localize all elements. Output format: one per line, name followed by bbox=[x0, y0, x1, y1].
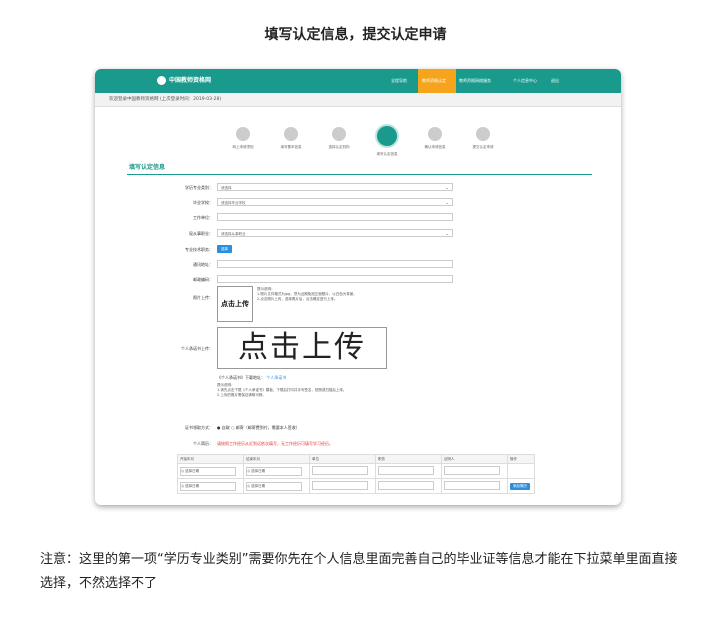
resume-download-link[interactable]: 个人承诺书 bbox=[266, 375, 286, 380]
work-unit-label: 工作单位： bbox=[193, 215, 213, 220]
position-input[interactable] bbox=[377, 481, 434, 490]
nav-personal[interactable]: 个人信息中心 bbox=[513, 69, 537, 93]
col-start: 开始年月 bbox=[177, 454, 244, 464]
step-label: 填写认定信息 bbox=[376, 152, 398, 156]
logo-text: 中国教师资格网 bbox=[169, 77, 212, 84]
witness-input[interactable] bbox=[443, 466, 500, 475]
cert-method-radio[interactable]: ● 自取 ○ 邮寄（邮寄费到付，需要本人签收） bbox=[217, 425, 300, 431]
postcode-input[interactable] bbox=[217, 275, 453, 283]
site-logo[interactable]: 中国教师资格网 bbox=[157, 75, 211, 85]
position-input[interactable] bbox=[377, 466, 434, 475]
end-date-picker[interactable]: ◎ 选择日期 bbox=[245, 481, 302, 491]
unit-input[interactable] bbox=[311, 481, 368, 490]
chevron-down-icon: ⌄ bbox=[445, 185, 449, 190]
step-label: 提交认定申请 bbox=[472, 145, 494, 149]
photo-notes: 提示说明： 1.照片文件格式为jpg，须为近期免冠正面照片，以白色为背景。 2.… bbox=[257, 287, 357, 301]
select-value: 请选择 bbox=[221, 186, 232, 190]
form-icon bbox=[375, 124, 399, 148]
building-icon bbox=[332, 127, 346, 141]
submit-icon bbox=[476, 127, 490, 141]
document-icon bbox=[284, 127, 298, 141]
nav-service[interactable]: 教师资格网络服务 bbox=[459, 69, 491, 93]
witness-input[interactable] bbox=[443, 481, 500, 490]
school-label: 毕业学校： bbox=[193, 200, 213, 205]
progress-steps: 网上申请须知 填写基本信息 选择认定机构 填写认定信息 确认申请信息 提交认定申… bbox=[215, 124, 515, 167]
resume-entry-hint: 请按照工作经历从近到远依次填写，无工作经历可填写学习经历。 bbox=[217, 441, 333, 446]
photo-upload-button[interactable]: 点击上传 bbox=[217, 286, 253, 322]
tech-title-label: 专业技术职务： bbox=[185, 247, 213, 252]
site-topbar: 中国教师资格网 全程导航 教师资格认定 教师资格网络服务 个人信息中心 退出 bbox=[95, 69, 621, 93]
address-input[interactable] bbox=[217, 260, 453, 268]
nav-cert[interactable]: 教师资格认定 bbox=[418, 69, 456, 93]
cert-method-label: 证书领取方式： bbox=[185, 425, 213, 430]
col-witness: 证明人 bbox=[440, 454, 508, 464]
step-6: 提交认定申请 bbox=[455, 127, 511, 150]
edu-major-select[interactable]: 请选择 ⌄ bbox=[217, 183, 453, 191]
table-row: ◎ 选择日期 ◎ 选择日期 添加简历 bbox=[177, 478, 536, 494]
photo-label: 照片上传： bbox=[193, 295, 213, 300]
unit-input[interactable] bbox=[311, 466, 368, 475]
resume-download-row: 《个人承诺书》下载地址： 个人承诺书 bbox=[217, 375, 286, 381]
nav-home[interactable]: 全程导航 bbox=[391, 69, 407, 93]
tech-title-button[interactable]: 选择 bbox=[217, 245, 232, 253]
section-title: 填写认定信息 bbox=[129, 164, 166, 171]
add-resume-button[interactable]: 添加简历 bbox=[509, 482, 530, 490]
resume-upload-button[interactable]: 点击上传 bbox=[217, 327, 387, 369]
start-date-picker[interactable]: ◎ 选择日期 bbox=[180, 481, 236, 491]
resume-upload-label: 个人承诺书上传： bbox=[181, 346, 213, 351]
work-unit-input[interactable] bbox=[217, 213, 453, 221]
col-end: 结束年月 bbox=[242, 454, 310, 464]
col-unit: 单位 bbox=[308, 454, 376, 464]
select-value: 请选择毕业学校 bbox=[221, 201, 246, 205]
address-label: 通讯地址： bbox=[193, 262, 213, 267]
col-position: 职务 bbox=[374, 454, 442, 464]
current-job-label: 现从事职业： bbox=[189, 231, 213, 236]
welcome-text: 欢迎登录中国教师资格网 (上次登录时间：2019-03-28) bbox=[109, 97, 222, 102]
eye-icon bbox=[236, 127, 250, 141]
postcode-label: 邮政编码： bbox=[193, 277, 213, 282]
download-label: 《个人承诺书》下载地址： bbox=[217, 375, 265, 380]
current-job-select[interactable]: 请选择从事职业 ⌄ bbox=[217, 229, 453, 237]
welcome-bar: 欢迎登录中国教师资格网 (上次登录时间：2019-03-28) bbox=[95, 93, 621, 107]
section-divider bbox=[127, 174, 592, 175]
logo-icon bbox=[157, 76, 166, 85]
chevron-down-icon: ⌄ bbox=[445, 231, 449, 236]
resume-entry-label: 个人简历： bbox=[193, 441, 213, 446]
end-date-picker[interactable]: ◎ 选择日期 bbox=[245, 466, 302, 476]
eye-icon bbox=[428, 127, 442, 141]
table-header-row: 开始年月 结束年月 单位 职务 证明人 操作 bbox=[177, 454, 536, 464]
resume-notes: 提示说明： 1.请先点击下载《个人承诺书》模板，下载后打印并手写签名，拍照或扫描… bbox=[217, 383, 347, 397]
page-heading: 填写认定信息，提交认定申请 bbox=[264, 27, 447, 43]
school-select[interactable]: 请选择毕业学校 ⌄ bbox=[217, 198, 453, 206]
table-row: ◎ 选择日期 ◎ 选择日期 bbox=[177, 463, 536, 479]
select-value: 请选择从事职业 bbox=[221, 232, 246, 236]
chevron-down-icon: ⌄ bbox=[445, 200, 449, 205]
nav-logout[interactable]: 退出 bbox=[551, 69, 559, 93]
col-action: 操作 bbox=[506, 454, 536, 464]
embedded-screenshot: 中国教师资格网 全程导航 教师资格认定 教师资格网络服务 个人信息中心 退出 欢… bbox=[95, 69, 621, 505]
edu-major-label: 学历专业类别： bbox=[185, 185, 213, 190]
footnote: 注意：这里的第一项“学历专业类别”需要你先在个人信息里面完善自己的毕业证等信息才… bbox=[40, 552, 678, 591]
start-date-picker[interactable]: ◎ 选择日期 bbox=[180, 466, 236, 476]
resume-table: 开始年月 结束年月 单位 职务 证明人 操作 ◎ 选择日期 ◎ 选择日期 ◎ 选… bbox=[177, 454, 536, 494]
